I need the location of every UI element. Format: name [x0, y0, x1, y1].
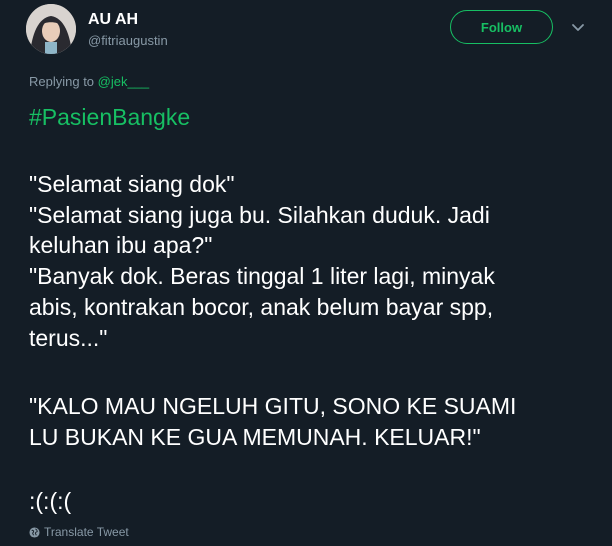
tweet-text-line: "Selamat siang juga bu. Silahkan duduk. …: [29, 202, 490, 228]
translate-tweet-link[interactable]: Translate Tweet: [29, 525, 129, 539]
reply-mention-link[interactable]: @jek___: [98, 74, 150, 89]
hashtag-link[interactable]: #PasienBangke: [29, 103, 190, 131]
replying-to: Replying to @jek___: [29, 74, 149, 90]
globe-icon: [29, 526, 40, 538]
tweet-text-line: "Selamat siang dok": [29, 171, 235, 197]
tweet-text-line: keluhan ibu apa?": [29, 232, 213, 258]
tweet-text-line: abis, kontrakan bocor, anak belum bayar …: [29, 294, 494, 320]
avatar[interactable]: [26, 4, 76, 54]
user-handle[interactable]: @fitriaugustin: [88, 33, 168, 49]
tweet-text-line: "KALO MAU NGELUH GITU, SONO KE SUAMI: [29, 393, 517, 419]
tweet-text-line: :(:(:(: [29, 488, 72, 514]
display-name[interactable]: AU AH: [88, 11, 138, 29]
translate-tweet-label: Translate Tweet: [44, 525, 129, 539]
replying-prefix: Replying to: [29, 74, 98, 89]
follow-button[interactable]: Follow: [450, 10, 553, 44]
chevron-down-icon[interactable]: [570, 19, 586, 35]
tweet-text-line: terus...": [29, 325, 108, 351]
tweet-text-line: LU BUKAN KE GUA MEMUNAH. KELUAR!": [29, 424, 481, 450]
tweet-text-line: "Banyak dok. Beras tinggal 1 liter lagi,…: [29, 263, 495, 289]
